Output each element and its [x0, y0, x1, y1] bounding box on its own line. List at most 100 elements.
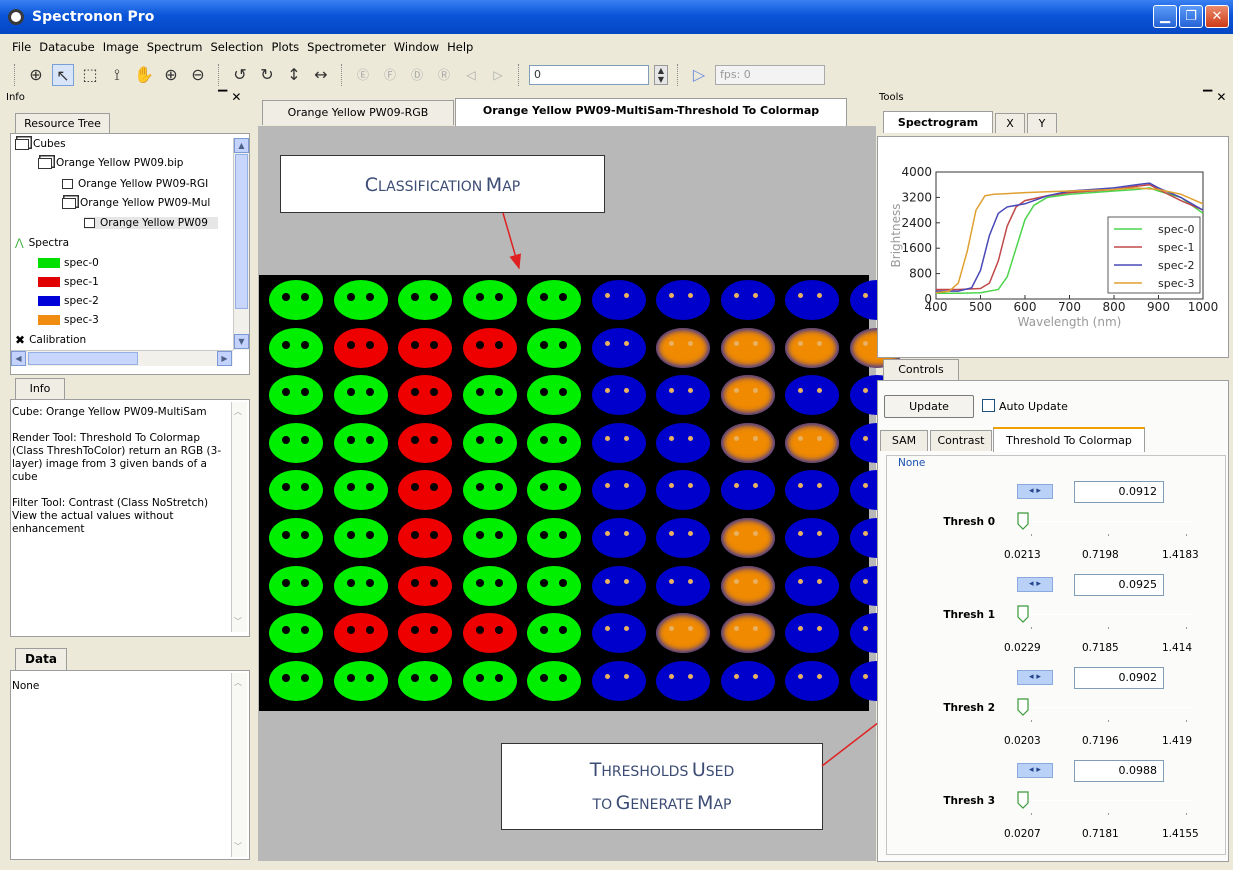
- threshold-value-field[interactable]: 0.0902: [1074, 667, 1164, 689]
- threshold-slider-track[interactable]: [1020, 800, 1195, 801]
- tab-sam[interactable]: SAM: [880, 430, 928, 451]
- tab-data[interactable]: Data: [15, 648, 67, 670]
- scroll-down-icon[interactable]: ﹀: [234, 841, 242, 852]
- menu-datacube[interactable]: Datacube: [39, 40, 94, 54]
- threshold-value-field[interactable]: 0.0912: [1074, 481, 1164, 503]
- scroll-down-icon[interactable]: ﹀: [234, 616, 242, 627]
- tree-item-cubes[interactable]: Cubes: [15, 138, 66, 150]
- menu-spectrum[interactable]: Spectrum: [147, 40, 203, 54]
- play-icon[interactable]: ▷: [688, 64, 710, 86]
- tree-vscrollbar[interactable]: ▲ ▼: [233, 138, 249, 350]
- menu-help[interactable]: Help: [447, 40, 473, 54]
- menu-file[interactable]: File: [12, 40, 31, 54]
- tab-resource-tree[interactable]: Resource Tree: [15, 113, 110, 133]
- threshold-value-field[interactable]: 0.0988: [1074, 760, 1164, 782]
- e-circle-icon[interactable]: Ⓔ: [352, 64, 374, 86]
- tab-y[interactable]: Y: [1027, 113, 1057, 133]
- tree-item-multisam[interactable]: Orange Yellow PW09-Mul: [62, 197, 210, 209]
- frame-input[interactable]: 0: [529, 65, 649, 85]
- menu-plots[interactable]: Plots: [271, 40, 299, 54]
- tree-item-spec-2[interactable]: spec-2: [38, 295, 99, 307]
- menu-window[interactable]: Window: [394, 40, 439, 54]
- tab-threshold-to-colormap[interactable]: Threshold To Colormap: [993, 427, 1145, 452]
- r-circle-icon[interactable]: Ⓡ: [433, 64, 455, 86]
- tree-hscrollbar[interactable]: ◀ ▶: [11, 350, 233, 366]
- scroll-down-icon[interactable]: ▼: [234, 334, 249, 349]
- tree-item-spec-0[interactable]: spec-0: [38, 257, 99, 269]
- tab-spectrogram[interactable]: Spectrogram: [883, 111, 993, 133]
- scroll-up-icon[interactable]: ︿: [234, 406, 242, 417]
- scroll-up-icon[interactable]: ▲: [234, 138, 249, 153]
- auto-update-checkbox[interactable]: [982, 399, 995, 412]
- rotate-right-icon[interactable]: ↻: [256, 64, 278, 86]
- prev-frame-icon[interactable]: ◁: [460, 64, 482, 86]
- chip-cell: [333, 518, 388, 558]
- threshold-label: Thresh 2: [943, 702, 995, 714]
- scroll-thumb[interactable]: [235, 154, 248, 309]
- tab-contrast[interactable]: Contrast: [930, 430, 992, 451]
- tree-item-spec-3[interactable]: spec-3: [38, 314, 99, 326]
- threshold-slider-track[interactable]: [1020, 521, 1195, 522]
- doc-tab-rgb[interactable]: Orange Yellow PW09-RGB: [262, 100, 454, 125]
- rotate-left-icon[interactable]: ↺: [229, 64, 251, 86]
- update-button[interactable]: Update: [884, 395, 974, 418]
- tree-item-threshold[interactable]: Orange Yellow PW09: [84, 217, 218, 229]
- flip-vertical-icon[interactable]: ↕: [283, 64, 305, 86]
- x-tick-label: 700: [1058, 300, 1081, 314]
- pointer-icon[interactable]: ↖: [52, 64, 74, 86]
- pan-hand-icon[interactable]: ✋: [133, 64, 155, 86]
- threshold-value-field[interactable]: 0.0925: [1074, 574, 1164, 596]
- threshold-slider-track[interactable]: [1020, 614, 1195, 615]
- zoom-in-icon[interactable]: ⊕: [160, 64, 182, 86]
- tree-item-calibration[interactable]: ✖ Calibration: [15, 333, 86, 347]
- flip-horizontal-icon[interactable]: ↔: [310, 64, 332, 86]
- minimize-button[interactable]: ▁: [1153, 5, 1177, 28]
- close-button[interactable]: ✕: [1205, 5, 1229, 28]
- chip-hole: [733, 531, 739, 536]
- scroll-right-icon[interactable]: ▶: [217, 351, 232, 366]
- chip-hole: [669, 578, 674, 584]
- restore-button[interactable]: ❐: [1179, 5, 1203, 28]
- classification-map-image[interactable]: [259, 275, 904, 711]
- info-vscrollbar[interactable]: ︿ ﹀: [231, 402, 247, 632]
- f-circle-icon[interactable]: Ⓕ: [379, 64, 401, 86]
- frame-spinner[interactable]: ▲ ▼: [654, 65, 668, 85]
- d-circle-icon[interactable]: Ⓓ: [406, 64, 428, 86]
- step-arrows-button[interactable]: ◂ ▸: [1017, 577, 1053, 592]
- tools-panel-close-icon[interactable]: ▔ ✕: [1203, 91, 1226, 103]
- zoom-out-icon[interactable]: ⊖: [187, 64, 209, 86]
- doc-tab-threshold[interactable]: Orange Yellow PW09-MultiSam-Threshold To…: [455, 98, 847, 126]
- step-arrows-button[interactable]: ◂ ▸: [1017, 763, 1053, 778]
- data-vscrollbar[interactable]: ︿ ﹀: [231, 673, 247, 857]
- threshold-slider-track[interactable]: [1020, 707, 1195, 708]
- scroll-left-icon[interactable]: ◀: [11, 351, 26, 366]
- step-arrows-button[interactable]: ◂ ▸: [1017, 670, 1053, 685]
- threshold-slider-thumb[interactable]: [1017, 512, 1029, 530]
- tree-item-spec-1[interactable]: spec-1: [38, 276, 99, 288]
- tree-item-spectra[interactable]: ⋀ Spectra: [15, 237, 69, 249]
- lasso-icon[interactable]: ⟟: [106, 64, 128, 86]
- scroll-up-icon[interactable]: ︿: [234, 677, 242, 688]
- tree-item-cube-file[interactable]: Orange Yellow PW09.bip: [38, 157, 183, 169]
- fps-field[interactable]: fps: 0: [715, 65, 825, 85]
- menu-spectrometer[interactable]: Spectrometer: [307, 40, 386, 54]
- threshold-slider-thumb[interactable]: [1017, 605, 1029, 623]
- step-arrows-button[interactable]: ◂ ▸: [1017, 484, 1053, 499]
- menu-selection[interactable]: Selection: [210, 40, 263, 54]
- spectrogram-chart[interactable]: 400 500 600 700 800 900 1000080016002400320040…: [878, 137, 1230, 359]
- tab-info[interactable]: Info: [15, 378, 65, 399]
- chip-cell: [527, 327, 581, 368]
- menu-image[interactable]: Image: [103, 40, 139, 54]
- chip-cell: [398, 518, 452, 558]
- tab-x[interactable]: X: [995, 113, 1025, 133]
- tree-item-rgb[interactable]: Orange Yellow PW09-RGI: [62, 178, 208, 190]
- threshold-slider-thumb[interactable]: [1017, 698, 1029, 716]
- threshold-slider-thumb[interactable]: [1017, 791, 1029, 809]
- scroll-thumb[interactable]: [28, 352, 138, 365]
- tab-controls[interactable]: Controls: [883, 359, 959, 380]
- info-panel-close-icon[interactable]: ▔ ✕: [218, 91, 241, 103]
- chip-hole: [817, 293, 822, 298]
- crosshair-icon[interactable]: ⊕: [25, 64, 47, 86]
- next-frame-icon[interactable]: ▷: [487, 64, 509, 86]
- rect-select-icon[interactable]: ⬚: [79, 64, 101, 86]
